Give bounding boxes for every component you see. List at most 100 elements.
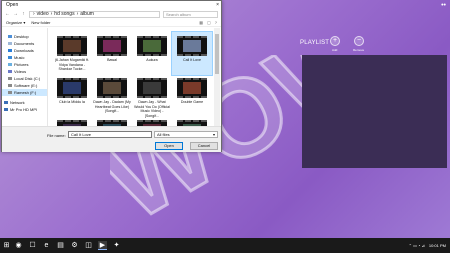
nav-item[interactable]: Local Disk (C:) xyxy=(2,75,47,82)
file-item[interactable] xyxy=(92,116,132,126)
nav-item[interactable]: Pictures xyxy=(2,61,47,68)
file-name: Double Game xyxy=(180,100,204,104)
organize-button[interactable]: Organize ▾ xyxy=(6,20,25,25)
music-icon xyxy=(8,56,12,59)
scrollbar-thumb[interactable] xyxy=(215,34,219,74)
file-item[interactable] xyxy=(132,116,172,126)
taskbar-app-icon[interactable]: ◉ xyxy=(14,241,23,250)
breadcrumb[interactable]: › video › hd songs › album xyxy=(29,10,160,18)
nav-item[interactable]: Mr Pro HD MPI xyxy=(2,106,47,113)
add-caption: Add xyxy=(332,48,338,52)
breadcrumb-item[interactable]: album xyxy=(80,11,94,17)
preview-pane-icon[interactable]: ▢ xyxy=(207,20,211,25)
forward-icon[interactable]: → xyxy=(13,11,18,17)
file-name: Aukura xyxy=(146,58,158,62)
file-item[interactable]: Call It Love xyxy=(171,31,213,76)
file-item[interactable] xyxy=(172,116,212,126)
nav-item-label: Ramesh (F:) xyxy=(14,90,37,95)
file-item[interactable]: Double Game xyxy=(172,74,212,117)
add-button[interactable]: + xyxy=(330,36,340,46)
file-name: Club la Middu la xyxy=(59,100,85,104)
breadcrumb-sep: › xyxy=(33,11,35,17)
downloads-icon xyxy=(8,49,12,52)
open-dialog: Open × ← → ↑ › video › hd songs › album … xyxy=(1,0,222,152)
view-options-icon[interactable]: ▦ xyxy=(199,20,203,25)
file-item[interactable]: (6.Jahan Mugamiki ft. Vidya Vandana - Sh… xyxy=(52,32,92,75)
dialog-title: Open xyxy=(6,2,19,8)
video-thumbnail xyxy=(97,78,127,98)
file-type-select[interactable]: All files ▾ xyxy=(154,131,218,138)
remove-caption: Remove xyxy=(353,48,365,52)
breadcrumb-sep: › xyxy=(50,11,53,17)
file-item[interactable]: Bawal xyxy=(92,32,132,75)
drive-icon xyxy=(8,91,12,94)
taskbar-app-icon[interactable]: e xyxy=(42,241,51,250)
up-icon[interactable]: ↑ xyxy=(21,11,26,17)
nav-item-label: Local Disk (C:) xyxy=(14,76,41,81)
taskbar-app-icon[interactable]: ▶ xyxy=(98,241,107,250)
nav-item[interactable]: Documents xyxy=(2,40,47,47)
clock-time: 10:01 PM xyxy=(428,243,446,248)
file-type-value: All files xyxy=(157,132,170,137)
file-item[interactable]: Dawn Jay - Dadam (My Heartbeat Goes Like… xyxy=(92,74,132,117)
playlist-bar: PLAYLIST + Add − Remove xyxy=(300,36,390,52)
breadcrumb-item[interactable]: hd songs xyxy=(54,11,74,17)
drive-icon xyxy=(8,84,12,87)
taskbar-app-icon[interactable]: ☐ xyxy=(28,241,37,250)
playlist-panel[interactable] xyxy=(302,55,447,168)
file-name-label: File name: xyxy=(47,133,66,138)
video-thumbnail xyxy=(177,36,207,56)
file-name: Call It Love xyxy=(183,58,201,62)
nav-item[interactable]: Desktop xyxy=(2,33,47,40)
back-icon[interactable]: ← xyxy=(5,11,10,17)
clock[interactable]: 10:01 PM xyxy=(429,243,446,248)
dialog-titlebar[interactable]: Open × xyxy=(2,1,221,9)
playlist-label: PLAYLIST xyxy=(300,40,330,46)
file-name: Dawn Jay - Dadam (My Heartbeat Goes Like… xyxy=(93,100,131,113)
drive-icon xyxy=(8,77,12,80)
start-icon[interactable]: ⊞ xyxy=(2,241,11,250)
address-bar-row: ← → ↑ › video › hd songs › album Search … xyxy=(2,9,221,19)
file-name-field[interactable]: Call It Love xyxy=(68,131,152,138)
nav-item-label: Mr Pro HD MPI xyxy=(10,107,38,112)
network-icon xyxy=(4,101,8,104)
taskbar-app-icon[interactable]: ◫ xyxy=(84,241,93,250)
video-thumbnail xyxy=(137,78,167,98)
nav-item-label: Pictures xyxy=(14,62,29,67)
nav-item-label: Documents xyxy=(14,41,35,46)
close-icon[interactable]: × xyxy=(216,2,219,8)
taskbar-app-icon[interactable]: ▤ xyxy=(56,241,65,250)
nav-item[interactable]: Music xyxy=(2,54,47,61)
taskbar-app-icon[interactable]: ⚙ xyxy=(70,241,79,250)
file-item[interactable] xyxy=(52,116,92,126)
open-button[interactable]: Open xyxy=(155,142,183,150)
tray-icons[interactable]: ⌃ ▭ ◔ ⊿ xyxy=(409,243,425,248)
file-list[interactable]: (6.Jahan Mugamiki ft. Vidya Vandana - Sh… xyxy=(50,28,213,126)
nav-item-label: Videos xyxy=(14,69,27,74)
nav-item[interactable]: Videos xyxy=(2,68,47,75)
breadcrumb-item[interactable]: video xyxy=(37,11,49,17)
help-icon[interactable]: ? xyxy=(215,20,217,25)
nav-item[interactable]: Downloads xyxy=(2,47,47,54)
chevron-down-icon: ▾ xyxy=(212,132,215,137)
video-thumbnail xyxy=(57,78,87,98)
documents-icon xyxy=(8,42,12,45)
scrollbar[interactable] xyxy=(214,28,220,126)
file-item[interactable]: Aukura xyxy=(132,32,172,75)
nav-item[interactable]: Software (E:) xyxy=(2,82,47,89)
nav-item[interactable]: Ramesh (F:) xyxy=(2,89,47,96)
file-item[interactable]: Dawn Jay - What Would You Do (Official M… xyxy=(132,74,172,118)
nav-item[interactable]: Network xyxy=(2,99,47,106)
new-folder-button[interactable]: New folder xyxy=(31,20,50,25)
file-item[interactable]: Club la Middu la xyxy=(52,74,92,117)
taskbar-app-icon[interactable]: ✦ xyxy=(112,241,121,250)
breadcrumb-sep: › xyxy=(76,11,79,17)
remove-button[interactable]: − xyxy=(354,36,364,46)
navigation-pane[interactable]: Desktop Documents Downloads Music Pictures Vi… xyxy=(2,28,48,126)
file-name: (6.Jahan Mugamiki ft. Vidya Vandana - Sh… xyxy=(54,58,90,71)
nav-item-label: Downloads xyxy=(14,48,34,53)
dialog-footer: File name: Call It Love All files ▾ Open… xyxy=(2,126,221,152)
search-input[interactable]: Search album xyxy=(163,10,218,18)
video-thumbnail xyxy=(137,36,167,56)
cancel-button[interactable]: Cancel xyxy=(190,142,218,150)
